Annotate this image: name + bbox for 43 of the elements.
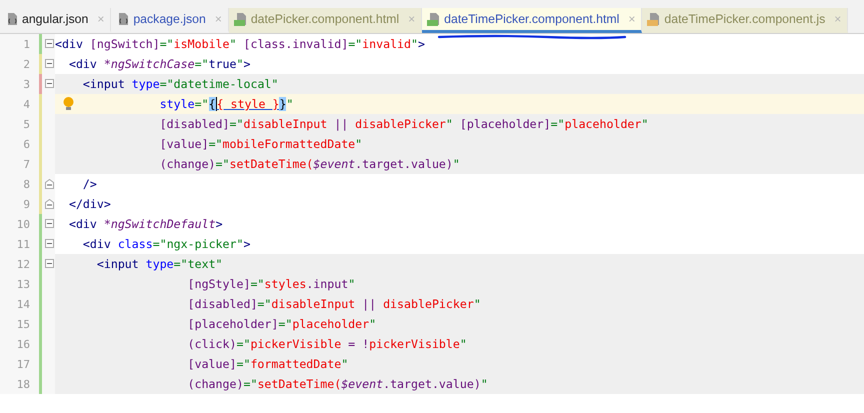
line-number: 14	[16, 298, 30, 310]
line-number: 13	[16, 278, 30, 290]
editor-tab[interactable]: dateTimePicker.component.html ×	[422, 8, 642, 33]
line-number: 7	[22, 158, 30, 170]
line-number: 3	[22, 78, 30, 90]
editor-tab[interactable]: package.json ×	[111, 8, 229, 33]
fold-icon[interactable]	[45, 179, 55, 189]
fold-icon[interactable]	[45, 219, 55, 229]
line-number: 18	[16, 378, 30, 390]
code-line: <div *ngSwitchDefault>	[68, 216, 224, 233]
close-button[interactable]: ×	[628, 12, 636, 26]
editor-tab[interactable]: angular.json ×	[0, 8, 112, 33]
fold-icon[interactable]	[45, 79, 55, 89]
code-line: <div [ngSwitch]="isMobile" [class.invalid]="invalid">	[55, 36, 426, 53]
code-line: <div class="ngx-picker">	[82, 236, 252, 253]
fold-icon[interactable]	[45, 39, 55, 49]
close-button[interactable]: ×	[97, 12, 104, 26]
line-number: 11	[16, 238, 30, 250]
fold-icon[interactable]	[45, 59, 55, 69]
line-number: 16	[16, 338, 30, 350]
line-number: 8	[22, 178, 30, 190]
lightbulb-icon[interactable]	[63, 97, 74, 111]
line-number: 4	[22, 98, 30, 110]
line-number: 5	[22, 118, 30, 130]
line-number: 10	[16, 218, 30, 230]
fold-icon[interactable]	[45, 259, 55, 269]
code-line: <div *ngSwitchCase="true">	[68, 56, 252, 73]
code-line: />	[82, 176, 98, 193]
close-button[interactable]: ×	[408, 12, 416, 26]
line-number: 15	[16, 318, 30, 330]
editor-tab[interactable]: datePicker.component.html ×	[228, 8, 422, 33]
close-button[interactable]: ×	[834, 12, 842, 26]
line-number: 9	[22, 198, 30, 210]
code-line: </div>	[68, 196, 112, 213]
fold-icon[interactable]	[45, 199, 55, 209]
line-number: 2	[22, 58, 30, 70]
editor-tab[interactable]: dateTimePicker.component.js ×	[642, 8, 848, 33]
close-button[interactable]: ×	[214, 12, 222, 26]
line-number: 12	[16, 258, 30, 270]
fold-icon[interactable]	[45, 239, 55, 249]
line-number: 1	[22, 38, 30, 50]
line-number: 6	[22, 138, 30, 150]
line-number: 17	[16, 358, 30, 370]
